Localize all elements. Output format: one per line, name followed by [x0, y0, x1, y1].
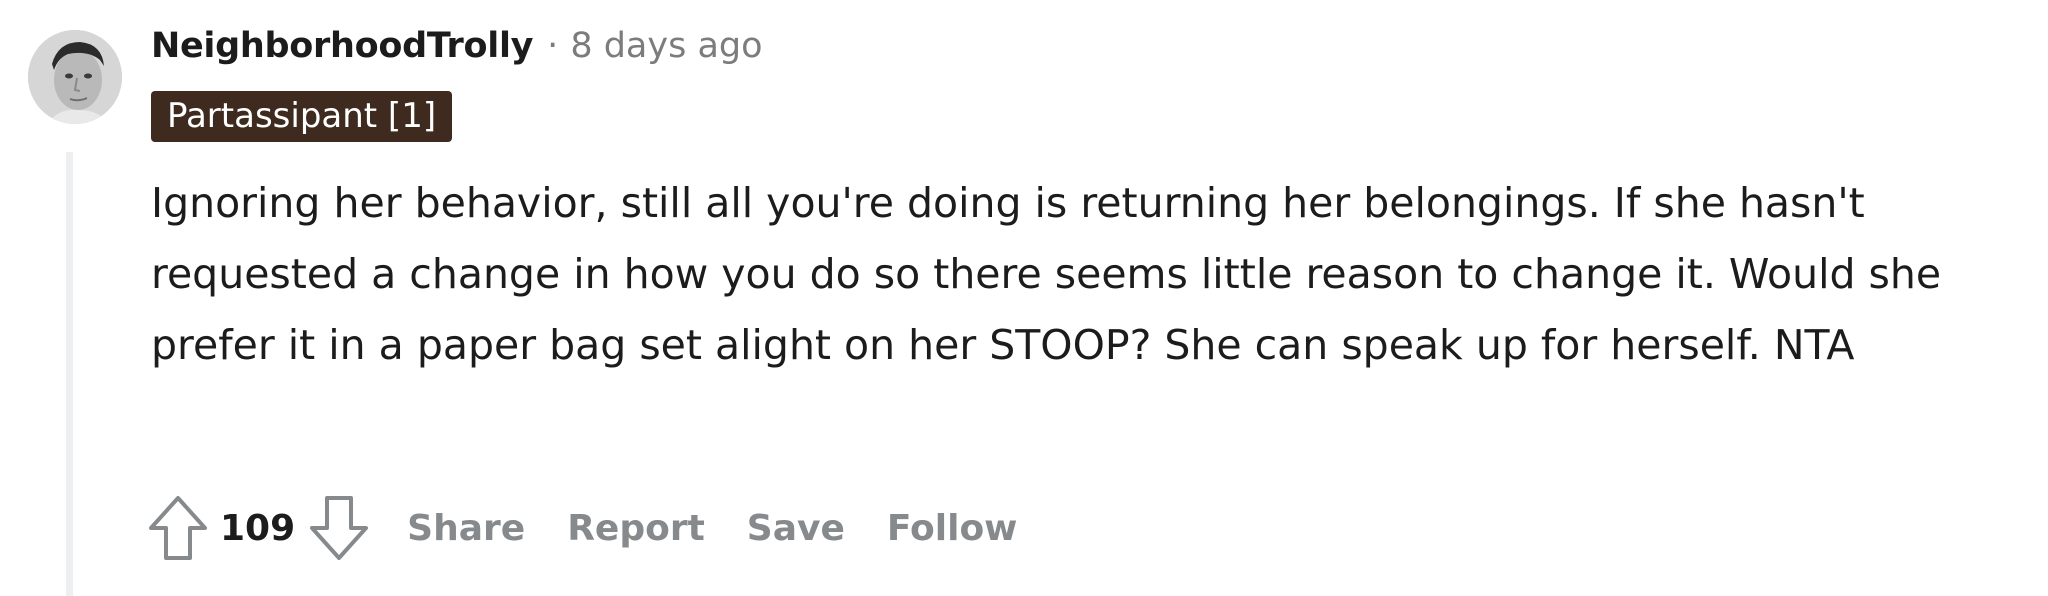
vote-score: 109 [220, 507, 296, 549]
timestamp[interactable]: 8 days ago [570, 26, 762, 66]
share-button[interactable]: Share [407, 508, 525, 549]
user-flair: Partassipant [1] [151, 91, 453, 142]
downvote-button[interactable] [307, 492, 371, 564]
separator-dot: · [547, 26, 559, 66]
avatar[interactable] [28, 30, 122, 124]
save-button[interactable]: Save [747, 508, 845, 549]
comment-header: NeighborhoodTrolly · 8 days ago [151, 20, 763, 72]
comment-body: Ignoring her behavior, still all you're … [151, 179, 1942, 369]
avatar-image [28, 30, 122, 124]
follow-button[interactable]: Follow [887, 508, 1018, 549]
action-bar: 109 Share Report Save Follow [146, 490, 1017, 566]
upvote-button[interactable] [146, 492, 210, 564]
arrow-up-icon [149, 496, 207, 560]
username-link[interactable]: NeighborhoodTrolly [151, 26, 533, 66]
thread-line[interactable] [66, 152, 73, 596]
arrow-down-icon [310, 496, 369, 560]
report-button[interactable]: Report [567, 508, 705, 549]
